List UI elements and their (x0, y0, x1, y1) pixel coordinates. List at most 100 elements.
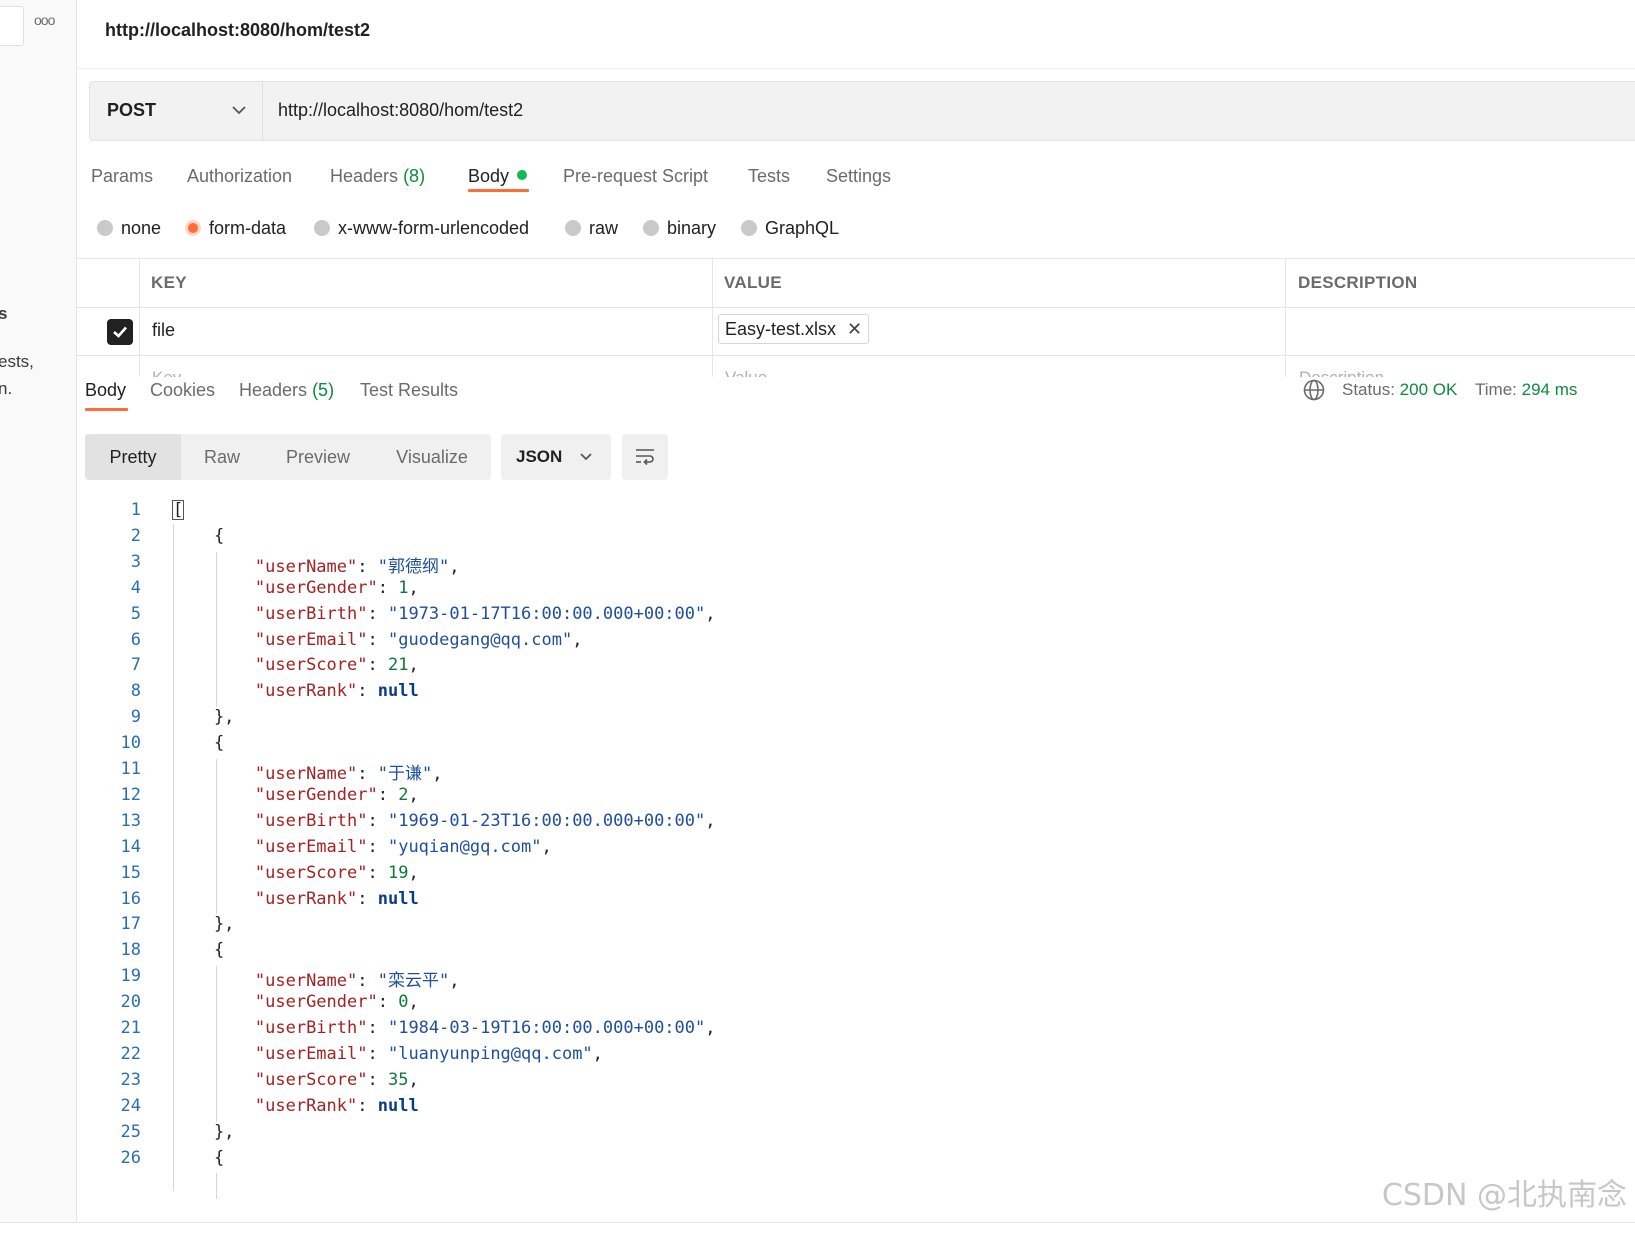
body-mode-selector: none form-data x-www-form-urlencoded raw… (77, 212, 1635, 252)
view-mode-toggle: Pretty Raw Preview Visualize (85, 434, 491, 480)
request-title-bar: http://localhost:8080/hom/test2 (77, 0, 1635, 69)
request-title[interactable]: http://localhost:8080/hom/test2 (105, 20, 370, 41)
line-number: 23 (120, 1069, 141, 1090)
code-line: [ (172, 500, 185, 520)
mode-label: none (121, 218, 162, 238)
view-visualize[interactable]: Visualize (373, 434, 491, 480)
line-number: 6 (130, 629, 141, 650)
view-pretty[interactable]: Pretty (85, 434, 181, 480)
line-number: 11 (120, 759, 141, 779)
tab-label: Body (85, 380, 127, 400)
method-label: POST (107, 100, 157, 120)
chevron-down-icon (232, 106, 246, 115)
tab-label: Tests (748, 166, 791, 186)
sidebar-panel-edge[interactable] (0, 6, 24, 46)
time-value: 294 ms (1521, 380, 1578, 399)
sidebar-text-fragment: ests, (0, 352, 34, 371)
method-select[interactable]: POST (90, 82, 263, 140)
tab-body[interactable]: Body (468, 166, 528, 187)
radio-icon (565, 220, 581, 236)
row-enabled-checkbox[interactable] (107, 319, 133, 345)
body-indicator-dot (517, 170, 528, 180)
code-line: "userScore": 21, (254, 655, 419, 676)
headers-count: (8) (403, 166, 426, 186)
response-body-editor[interactable]: 1[2 {3 "userName": "郭德纲", 4 "userGender":… (77, 500, 1077, 1222)
line-number: 20 (120, 992, 141, 1013)
indent-guide (216, 1173, 217, 1200)
mode-none[interactable]: none (97, 218, 161, 239)
tab-params[interactable]: Params (91, 166, 153, 187)
header-key: KEY (151, 273, 187, 292)
indent-guide (216, 759, 217, 915)
response-tab-test-results[interactable]: Test Results (360, 380, 458, 401)
globe-icon[interactable] (1302, 378, 1326, 402)
line-number: 13 (120, 810, 141, 831)
time-readout[interactable]: Time: 294 ms (1475, 380, 1577, 400)
code-line: "userRank": null (254, 888, 419, 909)
url-input[interactable]: http://localhost:8080/hom/test2 (278, 100, 523, 121)
table-header-row: KEY VALUE DESCRIPTION (77, 259, 1635, 308)
response-tab-cookies[interactable]: Cookies (150, 380, 215, 401)
close-icon[interactable]: ✕ (847, 315, 862, 343)
chevron-down-icon (580, 453, 592, 461)
response-tab-body[interactable]: Body (85, 380, 126, 401)
mode-raw[interactable]: raw (565, 218, 618, 239)
mode-binary[interactable]: binary (643, 218, 716, 239)
tab-headers[interactable]: Headers (8) (330, 166, 425, 187)
request-workspace: http://localhost:8080/hom/test2 POST htt… (77, 0, 1635, 1222)
tab-label: Cookies (150, 380, 216, 400)
collections-sidebar: ooo s ests, n. (0, 0, 77, 1222)
view-raw[interactable]: Raw (181, 434, 263, 480)
language-label: JSON (516, 447, 563, 466)
code-line: "userEmail": "luanyunping@qq.com", (254, 1043, 603, 1064)
status-readout[interactable]: Status: 200 OK (1342, 380, 1457, 400)
code-line: "userEmail": "guodegang@qq.com", (254, 629, 583, 650)
tab-settings[interactable]: Settings (826, 166, 891, 187)
tab-label: Headers (330, 166, 399, 186)
mode-graphql[interactable]: GraphQL (741, 218, 839, 239)
key-cell[interactable]: file (152, 320, 175, 341)
response-tab-headers[interactable]: Headers (5) (239, 380, 334, 401)
tab-label: Test Results (360, 380, 459, 400)
line-number: 9 (130, 707, 141, 728)
wrap-lines-button[interactable] (622, 434, 668, 480)
header-value: VALUE (724, 273, 782, 292)
line-number: 21 (120, 1018, 141, 1038)
tab-authorization[interactable]: Authorization (187, 166, 292, 187)
mode-form-data[interactable]: form-data (185, 218, 286, 239)
file-chip[interactable]: Easy-test.xlsx ✕ (718, 314, 870, 344)
header-description: DESCRIPTION (1298, 273, 1418, 292)
line-number: 24 (120, 1095, 141, 1116)
code-line: }, (173, 1121, 235, 1142)
radio-icon (97, 220, 113, 236)
mode-label: raw (589, 218, 619, 238)
code-line: "userGender": 2, (254, 784, 419, 805)
language-select[interactable]: JSON (501, 434, 611, 480)
more-options-icon[interactable]: ooo (34, 12, 55, 28)
tab-label: Params (91, 166, 154, 186)
code-line: "userBirth": "1973-01-17T16:00:00.000+00… (254, 603, 716, 624)
tab-tests[interactable]: Tests (748, 166, 790, 187)
mode-urlencoded[interactable]: x-www-form-urlencoded (314, 218, 529, 239)
line-number: 16 (120, 888, 141, 909)
url-bar: POST http://localhost:8080/hom/test2 (89, 81, 1635, 141)
indent-guide (173, 523, 174, 1192)
indent-guide (216, 551, 217, 708)
request-tabs: Params Authorization Headers (8) Body Pr… (77, 156, 1635, 206)
code-line: { (173, 525, 225, 546)
code-line: "userGender": 1, (254, 577, 419, 598)
sidebar-text-fragment: n. (0, 379, 13, 398)
tab-pre-request-script[interactable]: Pre-request Script (563, 166, 708, 187)
sidebar-text-fragment: s (0, 304, 7, 324)
active-tab-underline (85, 408, 128, 411)
line-number: 2 (130, 525, 141, 546)
table-row: file Easy-test.xlsx ✕ (77, 307, 1635, 356)
watermark: CSDN @北执南念 (1381, 1178, 1627, 1213)
line-number: 25 (120, 1121, 141, 1142)
view-preview[interactable]: Preview (263, 434, 373, 480)
mode-label: form-data (209, 218, 287, 238)
code-line: "userRank": null (254, 681, 419, 702)
tab-label: Body (468, 166, 510, 186)
line-number: 5 (130, 603, 141, 624)
line-number: 8 (130, 681, 141, 702)
